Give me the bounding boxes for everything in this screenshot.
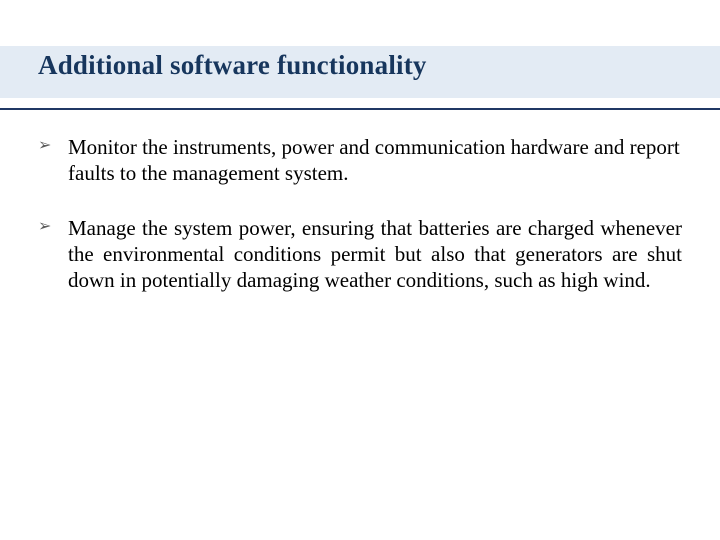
- title-underline: [0, 108, 720, 110]
- bullet-item: ➢ Monitor the instruments, power and com…: [38, 134, 682, 187]
- bullet-text: Manage the system power, ensuring that b…: [68, 215, 682, 294]
- content-area: ➢ Monitor the instruments, power and com…: [38, 134, 682, 321]
- chevron-right-icon: ➢: [38, 215, 68, 294]
- bullet-item: ➢ Manage the system power, ensuring that…: [38, 215, 682, 294]
- chevron-right-icon: ➢: [38, 134, 68, 187]
- bullet-text: Monitor the instruments, power and commu…: [68, 134, 682, 187]
- slide-title: Additional software functionality: [38, 50, 427, 81]
- slide: Additional software functionality ➢ Moni…: [0, 0, 720, 540]
